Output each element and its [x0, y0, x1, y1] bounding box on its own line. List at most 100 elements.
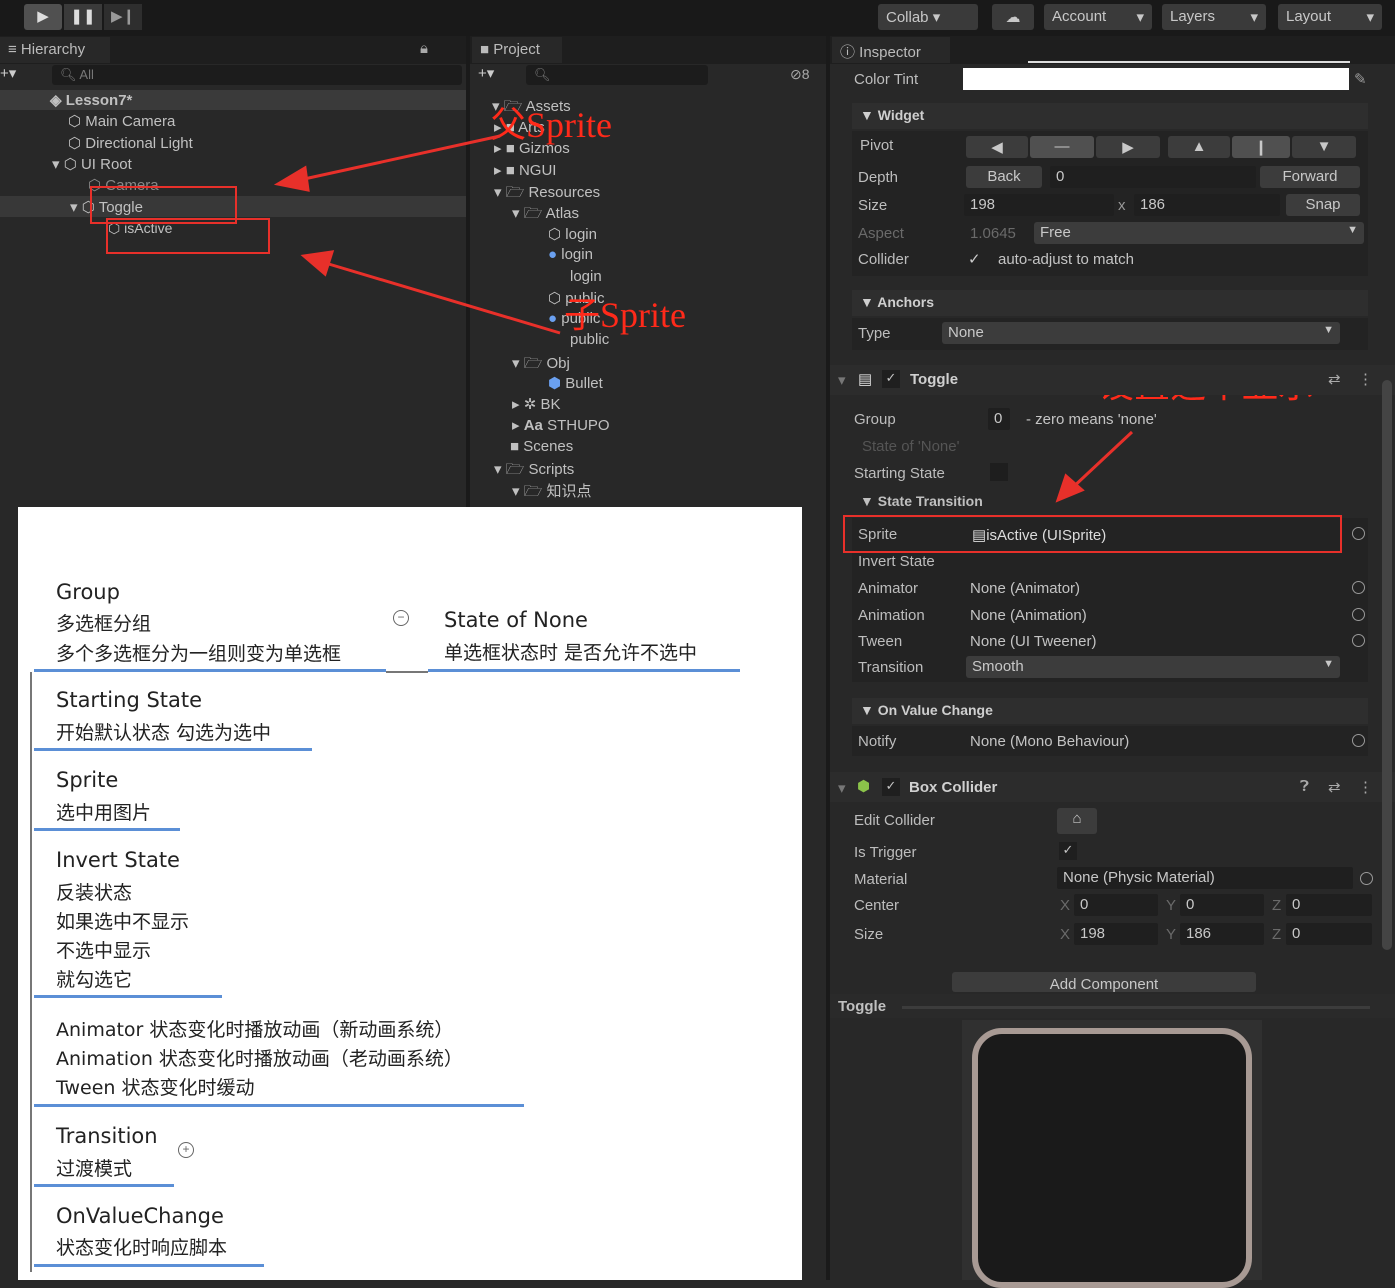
object-picker-icon[interactable] [1352, 527, 1365, 540]
settings-icon[interactable]: ⇄ [1328, 778, 1341, 796]
animator-field[interactable]: None (Animator) [970, 580, 1080, 597]
widget-section-header[interactable]: ▼ Widget [852, 103, 1368, 129]
depth-input[interactable]: 0 [1050, 166, 1256, 188]
node-underline [428, 669, 740, 672]
inspector-title: Inspector [859, 44, 921, 61]
invert-state-node-text: 如果选中不显示 [56, 911, 190, 933]
transition-dropdown[interactable]: Smooth ▼ [966, 656, 1340, 678]
state-transition-header[interactable]: ▼ State Transition [860, 493, 983, 509]
is-trigger-checkbox[interactable]: ✓ [1059, 842, 1077, 860]
axis-z-label: Z [1272, 926, 1282, 943]
scrollbar[interactable] [1382, 380, 1392, 950]
size-label: Size [854, 926, 884, 943]
center-z-input[interactable]: 0 [1286, 894, 1372, 916]
object-picker-icon[interactable] [1352, 608, 1365, 621]
tween-node-text: Tween 状态变化时缓动 [56, 1077, 255, 1099]
anchor-type-dropdown[interactable]: None ▼ [942, 322, 1340, 344]
starting-state-node-title: Starting State [56, 688, 203, 712]
color-tint-swatch[interactable] [963, 68, 1349, 90]
divider [826, 36, 830, 1280]
toggle-enabled-checkbox[interactable]: ✓ [882, 370, 900, 388]
help-icon[interactable]: ❓︎ [1300, 778, 1309, 795]
group-node-text: 多选框分组 [56, 613, 152, 635]
depth-label: Depth [858, 169, 899, 186]
node-underline [34, 1264, 264, 1267]
node-underline [34, 1104, 524, 1107]
collider-text: auto-adjust to match [998, 251, 1134, 268]
size-z-input[interactable]: 0 [1286, 923, 1372, 945]
eyedropper-icon[interactable]: ✎ [1354, 70, 1367, 88]
anchors-section-header[interactable]: ▼ Anchors [852, 290, 1368, 316]
object-picker-icon[interactable] [1352, 581, 1365, 594]
aspect-dropdown[interactable]: Free ▼ [1034, 222, 1364, 244]
animation-label: Animation [858, 607, 925, 624]
pivot-left-button[interactable]: ◀ [966, 136, 1028, 158]
axis-z-label: Z [1272, 897, 1282, 914]
notify-label: Notify [858, 733, 897, 750]
center-x-input[interactable]: 0 [1074, 894, 1158, 916]
box-collider-enabled-checkbox[interactable]: ✓ [882, 778, 900, 796]
invert-state-label: Invert State [858, 553, 935, 570]
starting-state-label: Starting State [854, 465, 945, 482]
state-of-none-node-text: 单选框状态时 是否允许不选中 [444, 642, 698, 664]
pivot-label: Pivot [860, 137, 894, 154]
notify-field[interactable]: None (Mono Behaviour) [970, 733, 1129, 750]
toggle-component-title: Toggle [910, 371, 959, 388]
pivot-center-v-button[interactable]: ❙ [1232, 136, 1290, 158]
material-field[interactable]: None (Physic Material) [1057, 867, 1353, 889]
starting-state-checkbox[interactable] [990, 463, 1008, 481]
aspect-label: Aspect [858, 225, 904, 242]
is-trigger-label: Is Trigger [854, 844, 917, 861]
state-of-none-node-title: State of None [444, 608, 588, 632]
object-picker-icon[interactable] [1352, 634, 1365, 647]
animator-label: Animator [858, 580, 919, 597]
collider-checkbox[interactable]: ✓ [968, 250, 981, 268]
transition-node-title: Transition [56, 1124, 158, 1148]
width-input[interactable]: 198 [964, 194, 1114, 216]
edit-collider-label: Edit Collider [854, 812, 935, 829]
transition-node-text: 过渡模式 [56, 1158, 133, 1180]
pivot-bottom-button[interactable]: ▼ [1292, 136, 1356, 158]
group-hint: - zero means 'none' [1026, 411, 1157, 428]
animation-field[interactable]: None (Animation) [970, 607, 1087, 624]
back-button[interactable]: Back [966, 166, 1042, 188]
sprite-node-title: Sprite [56, 768, 119, 792]
tween-field[interactable]: None (UI Tweener) [970, 633, 1096, 650]
foldout-arrow-icon[interactable]: ▾ [838, 779, 846, 797]
preview-drag-handle[interactable] [902, 1006, 1370, 1009]
snap-button[interactable]: Snap [1286, 194, 1360, 216]
edit-collider-button[interactable]: ⌂ [1057, 808, 1097, 834]
box-collider-title: Box Collider [909, 779, 998, 796]
sprite-node-text: 选中用图片 [56, 802, 152, 824]
pivot-top-button[interactable]: ▲ [1168, 136, 1230, 158]
invert-state-node-text: 就勾选它 [56, 969, 133, 991]
tab-inspector[interactable]: ⓘ Inspector [832, 37, 950, 63]
group-input[interactable]: 0 [988, 408, 1010, 430]
settings-icon[interactable]: ⇄ [1328, 370, 1341, 388]
animation-node-text: Animation 状态变化时播放动画（老动画系统） [56, 1048, 463, 1070]
pivot-center-h-button[interactable]: — [1030, 136, 1094, 158]
object-picker-icon[interactable] [1360, 872, 1373, 885]
height-input[interactable]: 186 [1134, 194, 1280, 216]
object-picker-icon[interactable] [1352, 734, 1365, 747]
expand-icon[interactable]: + [178, 1142, 194, 1158]
foldout-arrow-icon[interactable]: ▾ [838, 371, 846, 389]
pivot-right-button[interactable]: ▶ [1096, 136, 1160, 158]
center-y-input[interactable]: 0 [1180, 894, 1264, 916]
node-underline [34, 748, 312, 751]
tree-connector [386, 671, 428, 673]
add-component-button[interactable]: Add Component [952, 972, 1256, 993]
size-x-input[interactable]: 198 [1074, 923, 1158, 945]
more-icon[interactable]: ⋮ [1358, 370, 1373, 388]
more-icon[interactable]: ⋮ [1358, 778, 1373, 796]
size-y-input[interactable]: 186 [1180, 923, 1264, 945]
highlight-box [843, 515, 1342, 553]
forward-button[interactable]: Forward [1260, 166, 1360, 188]
box-collider-icon: ⬢ [857, 778, 871, 795]
color-tint-label: Color Tint [854, 71, 919, 88]
group-node-title: Group [56, 580, 120, 604]
preview-title: Toggle [838, 998, 887, 1015]
size-x-label: x [1118, 197, 1126, 214]
collapse-icon[interactable]: − [393, 610, 409, 626]
on-value-change-header[interactable]: ▼ On Value Change [852, 698, 1368, 724]
